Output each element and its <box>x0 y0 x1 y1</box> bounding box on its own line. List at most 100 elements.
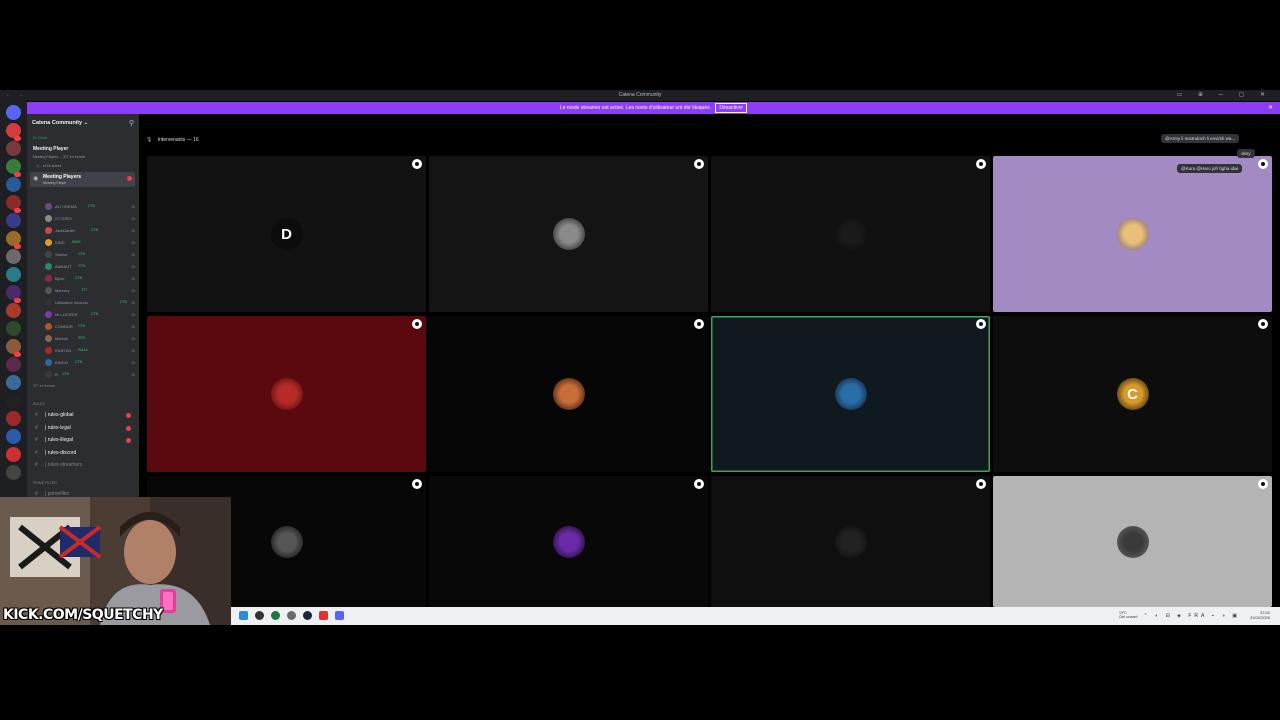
start-icon[interactable] <box>239 611 248 620</box>
muted-icon: ⊘ <box>131 216 135 221</box>
more-options-icon[interactable] <box>1258 479 1268 489</box>
voice-member[interactable]: Sahlox CTN ⊘ <box>45 250 137 260</box>
speaker-tile[interactable] <box>147 316 426 472</box>
avatar <box>45 371 52 378</box>
channel-name: | rules-streamers <box>45 462 83 468</box>
category-rules[interactable]: RULES <box>33 402 45 406</box>
more-options-icon[interactable] <box>1258 319 1268 329</box>
voice-member[interactable]: Mechin EPS ⊘ <box>45 334 137 344</box>
server-icon[interactable] <box>6 249 21 264</box>
text-channel[interactable]: # | rules-legal <box>35 423 135 434</box>
hash-icon: # <box>35 449 38 456</box>
more-options-icon[interactable] <box>412 319 422 329</box>
weather-widget[interactable]: 19°C Ciel couvert <box>1119 611 1137 619</box>
more-options-icon[interactable] <box>412 159 422 169</box>
stage-channel-meeting-players[interactable]: ◉ Meeting Players Meeting Player <box>30 172 135 187</box>
speaker-tile[interactable]: D <box>147 156 426 312</box>
avatar <box>45 347 52 354</box>
muted-icon: ⊘ <box>131 264 135 269</box>
speaker-tile[interactable] <box>429 316 708 472</box>
system-tray-icons[interactable]: ⌃ ◐ ⊟ ◈ FRA ⌁ ◑ ▣ <box>1144 613 1240 619</box>
options-dot <box>1261 482 1265 486</box>
member-tag: CTN <box>87 204 95 208</box>
voice-member[interactable]: Mr.LUCIFER CTN ⊘ <box>45 310 137 320</box>
speaker-tile[interactable] <box>993 156 1272 312</box>
server-icon[interactable] <box>6 321 21 336</box>
more-options-icon[interactable] <box>1258 159 1268 169</box>
more-options-icon[interactable] <box>694 479 704 489</box>
speaker-tile[interactable] <box>429 476 708 607</box>
more-options-icon[interactable] <box>976 479 986 489</box>
speaker-avatar <box>834 218 867 250</box>
muted-icon: ⊘ <box>131 312 135 317</box>
server-icon[interactable] <box>6 375 21 390</box>
unread-dot <box>126 438 131 443</box>
speaker-tile[interactable]: C <box>993 316 1272 472</box>
voice-member[interactable]: KNAYDA RAJA ⊘ <box>45 346 137 356</box>
server-icon[interactable] <box>6 393 21 408</box>
channel-name: | rules-legal <box>45 424 71 431</box>
options-dot <box>415 162 419 166</box>
settings-icon[interactable] <box>287 611 296 620</box>
voice-member[interactable]: Bjorn CTN ⊘ <box>45 274 137 284</box>
server-icon[interactable] <box>6 465 21 480</box>
server-icon[interactable] <box>6 141 21 156</box>
voice-member[interactable]: JackDaniel CTN ⊘ <box>45 226 137 236</box>
server-icon[interactable] <box>6 447 21 462</box>
server-icon[interactable] <box>6 429 21 444</box>
disable-streamer-mode-button[interactable]: Désactiver <box>715 103 748 113</box>
server-icon[interactable] <box>6 213 21 228</box>
server-icon[interactable] <box>6 267 21 282</box>
speaker-tile[interactable] <box>993 476 1272 607</box>
speaker-tile[interactable] <box>711 156 990 312</box>
xbox-icon[interactable] <box>271 611 280 620</box>
window-controls[interactable]: ▭ ⊕ ─ ▢ ✕ <box>1177 91 1272 98</box>
muted-icon: ⊘ <box>131 348 135 353</box>
close-icon[interactable]: ✕ <box>1268 102 1273 114</box>
hash-icon: # <box>35 462 38 468</box>
speaker-tile[interactable] <box>429 156 708 312</box>
server-icon[interactable] <box>6 177 21 192</box>
voice-member[interactable]: KING KING ⊘ <box>45 238 137 248</box>
more-options-icon[interactable] <box>694 319 704 329</box>
clock[interactable]: 22:02 21/02/2026 <box>1250 610 1270 620</box>
member-name: Mercury <box>55 288 70 293</box>
text-channel[interactable]: # | rules-discord <box>35 448 135 459</box>
voice-member[interactable]: BINGO CTN ⊘ <box>45 358 137 368</box>
text-channel[interactable]: # | rules-streamers <box>35 460 135 471</box>
server-icon[interactable] <box>6 303 21 318</box>
more-options-icon[interactable] <box>976 319 986 329</box>
voice-member[interactable]: ALI HOKMA CTN ⊘ <box>45 202 137 212</box>
add-member-icon[interactable]: ⚲ <box>129 119 134 127</box>
avatar <box>45 215 52 222</box>
more-options-icon[interactable] <box>412 479 422 489</box>
search-icon[interactable] <box>255 611 264 620</box>
member-name: R <box>55 372 58 377</box>
guild-name[interactable]: Catena Community ⌄ <box>32 120 88 126</box>
voice-member[interactable]: Utilisateur inconnu CTN ⊘ <box>45 298 137 308</box>
member-name: ALI HOKMA <box>55 204 77 209</box>
home-icon[interactable] <box>6 105 21 120</box>
speaker-tile[interactable] <box>711 316 990 472</box>
voice-member[interactable]: CONNOR CTN ⊘ <box>45 322 137 332</box>
member-tag: RAJA <box>78 348 88 352</box>
member-name: Mr.LUCIFER <box>55 312 78 317</box>
server-icon[interactable] <box>6 411 21 426</box>
avatar <box>45 311 52 318</box>
text-channel[interactable]: # | rules-illegal <box>35 435 135 446</box>
speaker-tile[interactable] <box>711 476 990 607</box>
voice-member[interactable]: ΣΞΞΩRΘ ⊘ <box>45 214 137 224</box>
options-dot <box>979 322 983 326</box>
more-options-icon[interactable] <box>976 159 986 169</box>
text-channel[interactable]: # | rules-global <box>35 410 135 421</box>
voice-member[interactable]: ANNAUT CTN ⊘ <box>45 262 137 272</box>
steam-icon[interactable] <box>303 611 312 620</box>
voice-member[interactable]: R CTN ⊘ <box>45 370 137 380</box>
server-icon[interactable] <box>6 357 21 372</box>
discord-icon[interactable] <box>335 611 344 620</box>
voice-member[interactable]: Mercury 377 ⊘ <box>45 286 137 296</box>
avatar <box>45 359 52 366</box>
category-prime-filter[interactable]: PRIME FILTER <box>33 481 57 485</box>
adobe-icon[interactable] <box>319 611 328 620</box>
more-options-icon[interactable] <box>694 159 704 169</box>
